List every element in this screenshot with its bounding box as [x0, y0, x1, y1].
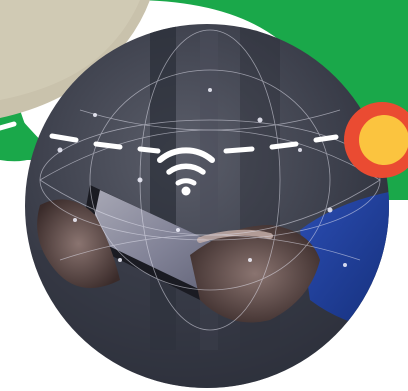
illustration	[0, 0, 408, 391]
